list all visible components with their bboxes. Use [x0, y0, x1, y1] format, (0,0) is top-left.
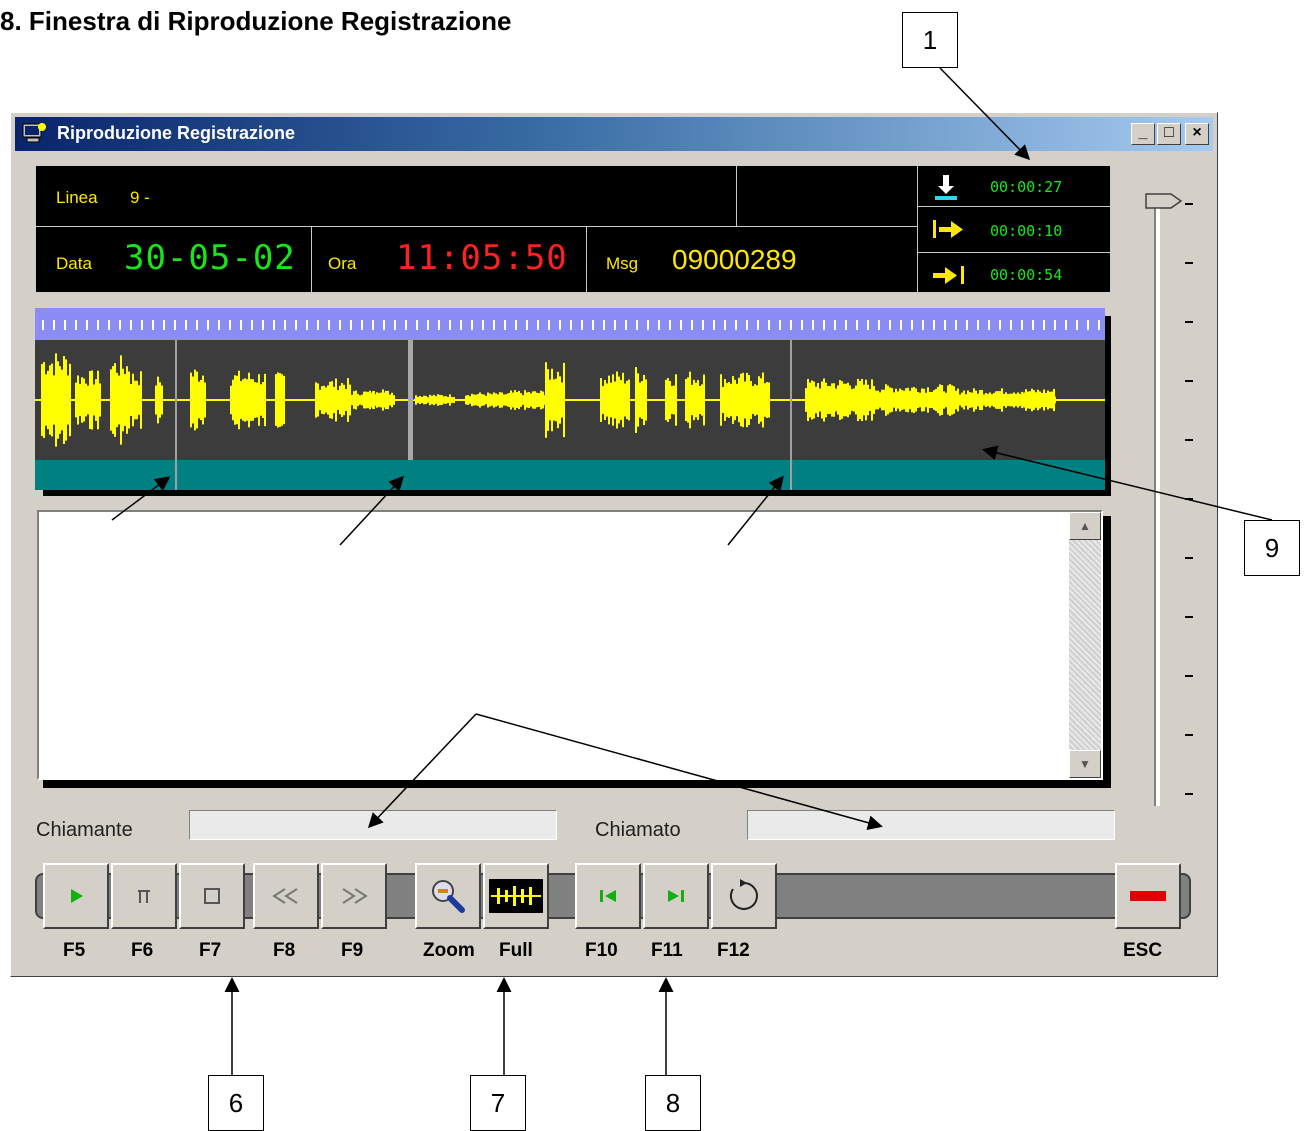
loop-icon [730, 879, 758, 910]
msg-value: 09000289 [672, 244, 797, 275]
vertical-scrollbar[interactable]: ▲ ▼ [1069, 512, 1101, 778]
rewind-icon [272, 888, 298, 904]
key-label-f11: F11 [651, 940, 683, 961]
volume-tick [1185, 557, 1193, 559]
volume-tick [1185, 616, 1193, 618]
timeline-bar[interactable] [35, 460, 1105, 490]
audio-waveform: × [35, 340, 1105, 460]
pause-icon [138, 890, 150, 903]
zoom-icon [432, 880, 465, 913]
full-view-button[interactable] [483, 863, 549, 929]
end-marker[interactable] [790, 340, 792, 490]
key-label-full: Full [499, 940, 533, 961]
play-icon [71, 889, 83, 903]
window-title: Riproduzione Registrazione [57, 123, 296, 143]
linea-value: 9 - [130, 188, 150, 207]
start-marker[interactable] [175, 340, 177, 490]
waveform-panel[interactable]: × [35, 308, 1105, 490]
notes-textarea[interactable]: ▲ ▼ [37, 510, 1103, 780]
time-ruler [35, 308, 1105, 340]
document-heading: 8. Finestra di Riproduzione Registrazion… [0, 6, 512, 36]
arrow-to-end-icon [933, 266, 964, 284]
volume-tick [1185, 380, 1193, 382]
key-label-f10: F10 [585, 940, 618, 961]
volume-tick [1185, 321, 1193, 323]
key-label-f12: F12 [717, 940, 750, 961]
stop-button[interactable] [179, 863, 245, 929]
data-value: 30-05-02 [124, 238, 296, 278]
chiamante-field[interactable] [189, 810, 557, 840]
msg-label: Msg [606, 254, 639, 273]
download-icon [935, 175, 957, 200]
key-label-f7: F7 [199, 940, 222, 961]
key-label-f6: F6 [131, 940, 154, 961]
exit-button[interactable] [1115, 863, 1181, 929]
callout-8: 8 [645, 1075, 701, 1131]
ora-label: Ora [328, 254, 357, 273]
timer-total: 00:00:27 [990, 178, 1063, 196]
volume-tick [1185, 439, 1193, 441]
fast-forward-button[interactable] [321, 863, 387, 929]
callout-1: 1 [902, 12, 958, 68]
rewind-button[interactable] [253, 863, 319, 929]
scroll-down-button[interactable]: ▼ [1069, 750, 1101, 778]
close-button[interactable]: × [1185, 123, 1209, 145]
pause-button[interactable] [111, 863, 177, 929]
data-label: Data [56, 254, 92, 273]
loop-button[interactable] [711, 863, 777, 929]
play-button[interactable] [43, 863, 109, 929]
title-bar[interactable]: Riproduzione Registrazione _ □ × [15, 117, 1213, 151]
volume-tick [1185, 675, 1193, 677]
skip-to-start-icon [600, 890, 616, 902]
playback-window: Riproduzione Registrazione _ □ × Linea 9… [10, 112, 1218, 977]
timer-position: 00:00:10 [990, 222, 1063, 240]
linea-label: Linea [56, 188, 98, 207]
key-label-zoom: Zoom [423, 940, 475, 961]
key-label-f9: F9 [341, 940, 364, 961]
maximize-button[interactable]: □ [1157, 123, 1181, 145]
info-panel: Linea 9 - Data 30-05-02 Ora 11:05:50 Msg… [35, 165, 1112, 294]
key-label-f8: F8 [273, 940, 296, 961]
chiamato-field[interactable] [747, 810, 1115, 840]
volume-tick [1185, 498, 1193, 500]
arrow-right-icon [933, 220, 963, 238]
volume-slider-track[interactable] [1154, 206, 1160, 806]
ora-value: 11:05:50 [396, 238, 568, 278]
exit-icon [1130, 891, 1166, 901]
skip-to-end-icon [668, 890, 684, 902]
callout-9: 9 [1244, 520, 1300, 576]
waveform-full-icon [489, 879, 543, 913]
volume-tick [1185, 734, 1193, 736]
skip-to-start-button[interactable] [575, 863, 641, 929]
playback-cursor[interactable] [408, 340, 413, 460]
scroll-up-button[interactable]: ▲ [1069, 512, 1101, 540]
callout-6: 6 [208, 1075, 264, 1131]
fast-forward-icon [342, 888, 368, 904]
chiamato-label: Chiamato [595, 819, 681, 841]
volume-slider-thumb[interactable] [1145, 191, 1185, 211]
key-label-esc: ESC [1123, 940, 1163, 961]
volume-tick [1185, 793, 1193, 795]
volume-tick [1185, 262, 1193, 264]
app-icon [22, 123, 46, 143]
minimize-button[interactable]: _ [1131, 123, 1155, 145]
zoom-button[interactable] [415, 863, 481, 929]
volume-tick [1185, 203, 1193, 205]
chiamante-label: Chiamante [36, 819, 133, 841]
stop-icon [204, 888, 220, 904]
key-label-f5: F5 [63, 940, 86, 961]
skip-to-end-button[interactable] [643, 863, 709, 929]
callout-7: 7 [470, 1075, 526, 1131]
timer-end: 00:00:54 [990, 266, 1063, 284]
